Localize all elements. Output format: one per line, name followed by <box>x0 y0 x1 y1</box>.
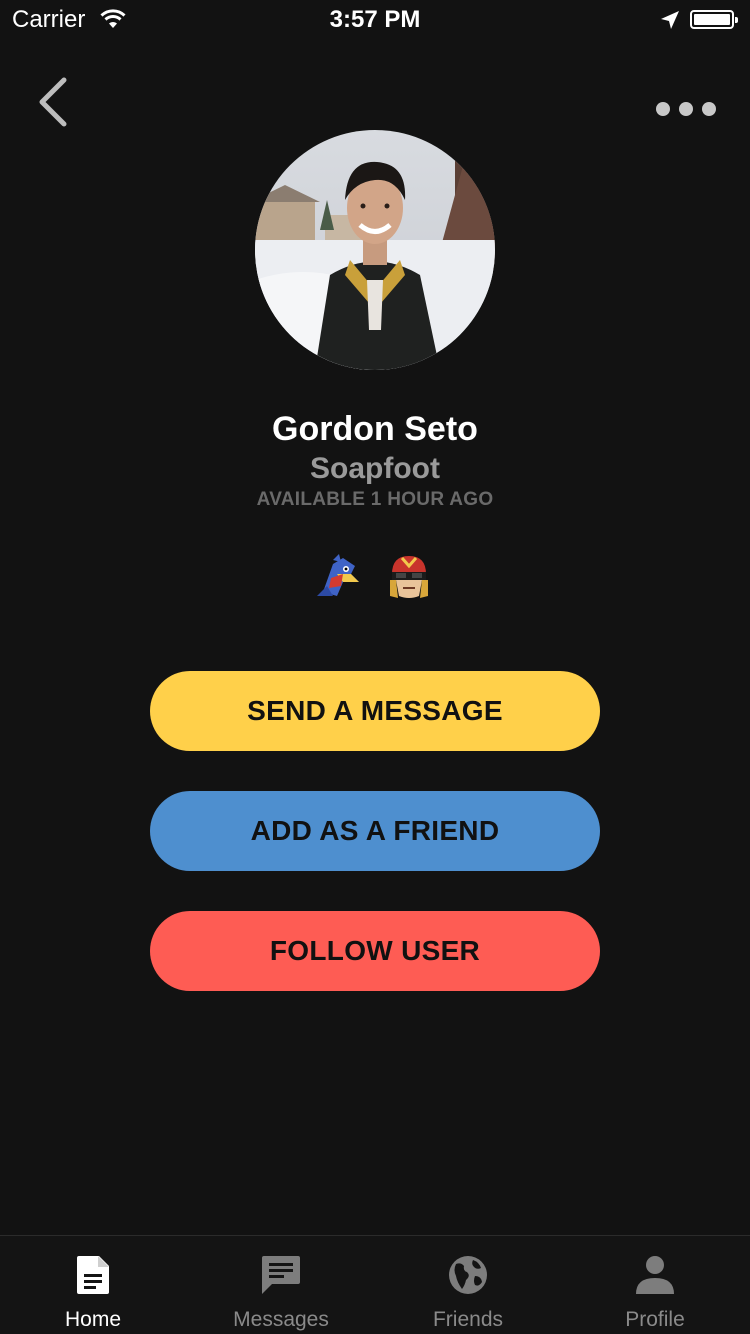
username: Soapfoot <box>310 452 440 485</box>
add-friend-button[interactable]: ADD AS A FRIEND <box>150 791 600 871</box>
tab-bar: Home Messages Friends Profile <box>0 1235 750 1334</box>
more-options-button[interactable] <box>650 96 722 124</box>
status-bar: Carrier 3:57 PM <box>0 0 750 40</box>
tab-home[interactable]: Home <box>28 1236 158 1334</box>
location-arrow-icon <box>661 11 679 29</box>
document-icon <box>77 1256 109 1294</box>
chevron-left-icon <box>39 77 67 127</box>
avatar-photo <box>255 130 495 370</box>
profile-screen: Carrier 3:57 PM Gordon Seto Soapfoot AVA… <box>0 0 750 1334</box>
follow-user-button[interactable]: FOLLOW USER <box>150 911 600 991</box>
captain-falcon-icon <box>390 556 428 598</box>
send-message-button[interactable]: SEND A MESSAGE <box>150 671 600 751</box>
display-name: Gordon Seto <box>272 410 478 448</box>
battery-icon <box>690 10 738 29</box>
avatar <box>255 130 495 370</box>
tab-profile[interactable]: Profile <box>590 1236 720 1334</box>
person-icon <box>636 1256 674 1294</box>
tab-label-profile: Profile <box>625 1308 685 1331</box>
tab-label-messages: Messages <box>233 1308 329 1331</box>
back-button[interactable] <box>30 74 80 130</box>
status-time: 3:57 PM <box>329 6 421 33</box>
globe-icon <box>449 1256 487 1294</box>
availability-status: AVAILABLE 1 HOUR AGO <box>256 489 494 510</box>
more-horizontal-icon <box>679 102 693 116</box>
tab-messages[interactable]: Messages <box>216 1236 346 1334</box>
tab-label-home: Home <box>64 1308 122 1331</box>
falco-icon <box>317 554 359 596</box>
tab-friends[interactable]: Friends <box>403 1236 533 1334</box>
tab-label-friends: Friends <box>432 1308 504 1331</box>
more-horizontal-icon <box>656 102 670 116</box>
message-icon <box>262 1256 300 1294</box>
more-horizontal-icon <box>702 102 716 116</box>
